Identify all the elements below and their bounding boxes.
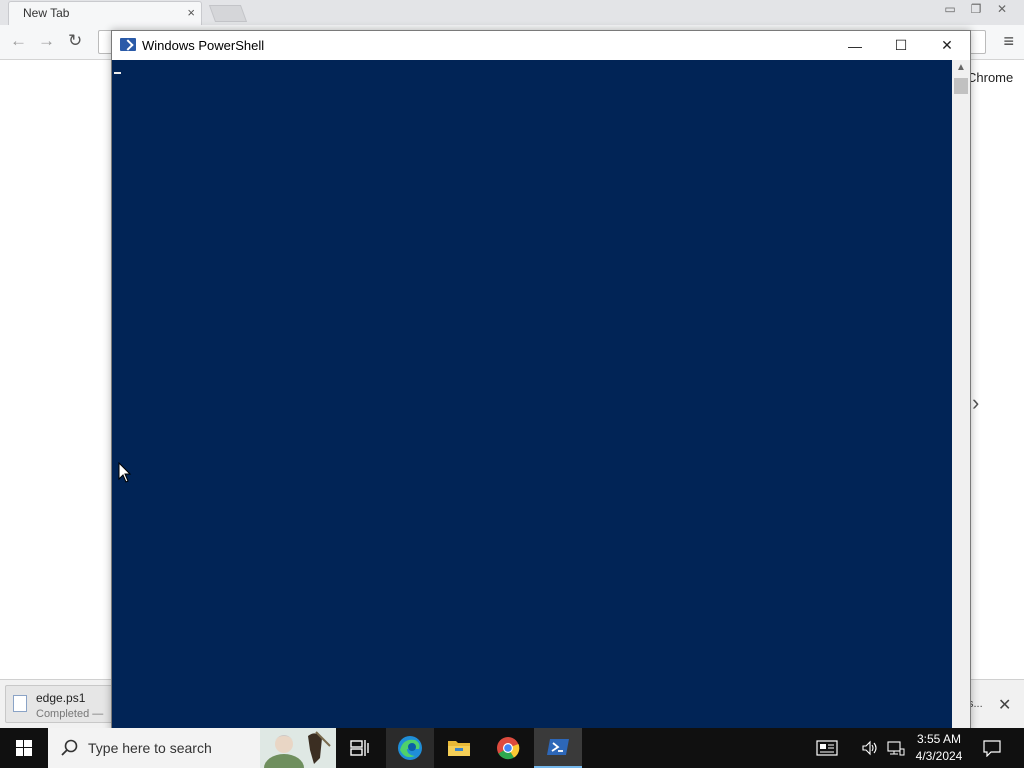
back-arrow-icon[interactable]: ← (10, 31, 27, 51)
file-icon (13, 695, 27, 712)
forward-arrow-icon[interactable]: → (38, 31, 55, 51)
taskbar-edge[interactable] (386, 728, 434, 768)
start-button[interactable] (0, 728, 48, 768)
maximize-button[interactable]: ☐ (878, 31, 924, 60)
edge-icon (398, 736, 422, 760)
scroll-up-icon[interactable]: ▲ (956, 62, 966, 73)
tray-notifications[interactable] (978, 728, 1006, 768)
powershell-icon (120, 38, 136, 51)
taskbar-powershell[interactable] (534, 728, 582, 768)
scrollbar-thumb[interactable] (954, 78, 968, 94)
chrome-page-text: Chrome (967, 70, 1014, 85)
chrome-tab-title: New Tab (23, 6, 70, 20)
taskbar-chrome[interactable] (484, 728, 532, 768)
mouse-pointer-icon (118, 462, 132, 483)
task-view-icon (350, 740, 369, 756)
taskbar-file-explorer[interactable] (435, 728, 483, 768)
download-status: Completed — (36, 708, 104, 720)
network-icon (887, 741, 905, 756)
taskbar-search-box[interactable]: Type here to search (48, 728, 336, 768)
chrome-window-controls: ▭ ❐ ✕ (942, 2, 1010, 16)
tray-news[interactable] (812, 728, 842, 768)
search-icon (61, 739, 78, 756)
news-icon (816, 740, 838, 756)
tray-volume[interactable] (858, 728, 882, 768)
console-scrollbar[interactable]: ▲ (952, 60, 970, 731)
powershell-console[interactable] (112, 60, 952, 731)
chrome-tabstrip: New Tab × ▭ ❐ ✕ (0, 0, 1024, 26)
notification-icon (983, 740, 1001, 757)
chrome-icon (497, 737, 520, 760)
download-item[interactable]: edge.ps1 Completed — (5, 685, 117, 723)
text-cursor (114, 72, 121, 74)
file-explorer-icon (448, 741, 470, 756)
chrome-minimize-button[interactable]: ▭ (942, 2, 958, 16)
powershell-titlebar[interactable]: Windows PowerShell — ☐ ✕ (112, 31, 970, 60)
chrome-tab-close-icon[interactable]: × (187, 5, 195, 20)
chevron-right-icon[interactable]: › (972, 390, 979, 416)
search-highlight-illustration (260, 728, 336, 768)
search-placeholder: Type here to search (88, 740, 212, 756)
task-view-button[interactable] (336, 728, 384, 768)
minimize-button[interactable]: — (832, 31, 878, 60)
windows-start-icon (16, 740, 32, 756)
reload-icon[interactable]: ↻ (68, 31, 82, 51)
taskbar: Type here to search 3:55 AM 4/3/2024 (0, 728, 1024, 768)
chrome-new-tab-button[interactable] (208, 5, 248, 22)
chrome-menu-icon[interactable]: ≡ (1003, 31, 1014, 52)
chrome-tab-new-tab[interactable]: New Tab × (8, 1, 202, 26)
powershell-icon (547, 739, 569, 755)
close-button[interactable]: ✕ (924, 31, 970, 60)
download-bar-close-icon[interactable]: ✕ (998, 695, 1011, 715)
clock-time: 3:55 AM (916, 732, 962, 746)
download-file-name: edge.ps1 (36, 691, 86, 705)
chrome-restore-button[interactable]: ❐ (968, 2, 984, 16)
powershell-title: Windows PowerShell (142, 38, 265, 53)
powershell-window: Windows PowerShell — ☐ ✕ ▲ (111, 30, 971, 732)
tray-network[interactable] (884, 728, 908, 768)
volume-icon (862, 740, 877, 756)
clock-date: 4/3/2024 (915, 749, 963, 763)
chrome-close-button[interactable]: ✕ (994, 2, 1010, 16)
